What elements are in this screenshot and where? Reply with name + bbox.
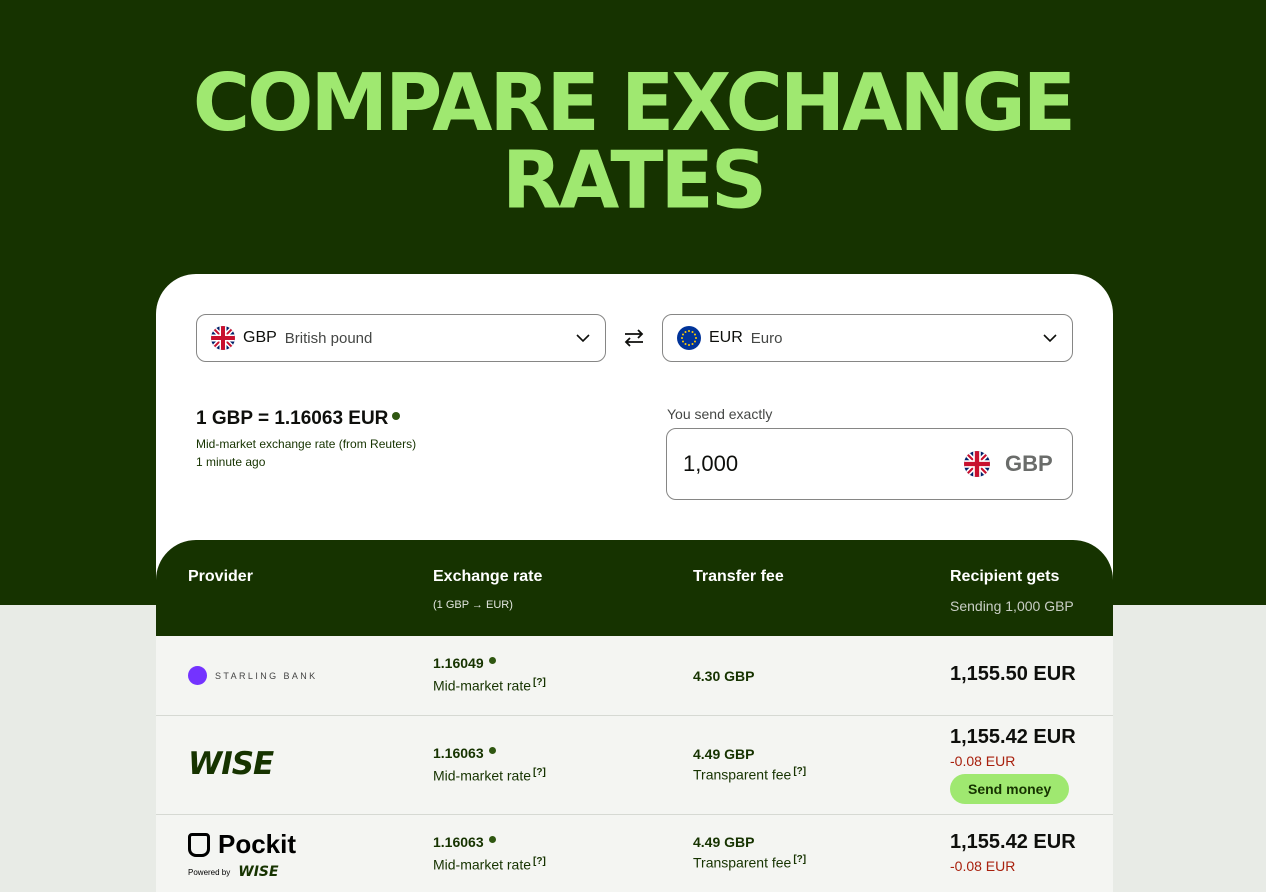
- powered-by-label: Powered by: [188, 867, 231, 877]
- rate-value: 1.16063: [433, 745, 484, 761]
- help-link[interactable]: [?]: [533, 767, 546, 778]
- fee-cell: 4.49 GBP Transparent fee [?]: [693, 746, 806, 783]
- rate-cell: 1.16063 Mid-market rate [?]: [433, 834, 546, 873]
- send-amount-label: You send exactly: [667, 406, 773, 422]
- rate-label: Mid-market rate: [433, 677, 532, 694]
- uk-flag-icon: [964, 451, 990, 477]
- fee-value: 4.49 GBP: [693, 834, 755, 850]
- recipient-difference: -0.08 EUR: [950, 753, 1016, 769]
- recipient-cell: 1,155.42 EUR -0.08 EUR: [950, 831, 1076, 874]
- fee-value: 4.49 GBP: [693, 746, 755, 762]
- source-currency-select[interactable]: GBP British pound: [196, 314, 606, 362]
- fee-value: 4.30 GBP: [693, 668, 755, 684]
- rate-value: 1.16063: [433, 834, 484, 850]
- help-link[interactable]: [?]: [533, 677, 546, 688]
- recipient-amount: 1,155.42 EUR: [950, 726, 1076, 748]
- uk-flag-icon: [211, 326, 235, 350]
- rate-value: 1.16049: [433, 655, 484, 671]
- rate-label: Mid-market rate: [433, 856, 532, 873]
- target-currency-select[interactable]: EUR Euro: [662, 314, 1073, 362]
- chevron-down-icon: [575, 330, 591, 346]
- recipient-amount: 1,155.42 EUR: [950, 831, 1076, 853]
- target-currency-name: Euro: [750, 329, 783, 347]
- page-title: COMPARE EXCHANGE RATES: [0, 57, 1266, 227]
- provider-name: Pockit: [218, 829, 297, 859]
- header-provider: Provider: [188, 568, 253, 585]
- rate-updated: 1 minute ago: [196, 455, 266, 469]
- header-transfer-fee: Transfer fee: [693, 568, 784, 585]
- title-line-2: RATES: [501, 134, 767, 227]
- rate-cell: 1.16063 Mid-market rate [?]: [433, 745, 546, 784]
- chevron-down-icon: [1042, 330, 1058, 346]
- status-dot-icon: [488, 657, 496, 664]
- recipient-amount: 1,155.50 EUR: [950, 663, 1076, 685]
- provider-name: STARLING BANK: [215, 670, 318, 681]
- send-currency-code: GBP: [1005, 451, 1053, 476]
- fee-label: Transparent fee: [693, 854, 792, 871]
- mid-market-rate: 1 GBP = 1.16063 EUR: [196, 408, 401, 430]
- provider-logo-wise: WISE: [188, 746, 274, 782]
- status-dot-icon: [488, 836, 496, 843]
- rate-cell: 1.16049 Mid-market rate [?]: [433, 655, 546, 694]
- target-currency-code: EUR: [709, 329, 743, 346]
- rate-label: Mid-market rate: [433, 767, 532, 784]
- provider-name: WISE: [188, 746, 274, 782]
- swap-icon[interactable]: [622, 326, 646, 350]
- source-currency-code: GBP: [243, 329, 277, 346]
- recipient-cell: 1,155.42 EUR -0.08 EUR Send money: [950, 726, 1076, 804]
- status-dot-icon: [488, 747, 496, 754]
- table-row: Pockit Powered by WISE 1.16063 Mid-market…: [156, 815, 1113, 892]
- help-link[interactable]: [?]: [533, 856, 546, 867]
- comparison-table-header: Provider Exchange rate (1 GBP → EUR) Tra…: [156, 540, 1113, 636]
- fee-cell: 4.30 GBP: [693, 668, 754, 684]
- source-currency-name: British pound: [284, 329, 373, 347]
- starling-logo-icon: [188, 666, 207, 685]
- send-amount-input[interactable]: 1,000: [683, 451, 738, 477]
- send-amount-field[interactable]: 1,000 GBP: [666, 428, 1073, 500]
- help-link[interactable]: [?]: [793, 766, 806, 777]
- title-line-1: COMPARE EXCHANGE: [192, 57, 1076, 150]
- rate-details: Mid-market exchange rate (from Reuters) …: [196, 435, 416, 471]
- help-link[interactable]: [?]: [793, 854, 806, 865]
- fee-label: Transparent fee: [693, 766, 792, 783]
- recipient-difference: -0.08 EUR: [950, 858, 1016, 874]
- eu-flag-icon: [677, 326, 701, 350]
- header-exchange-rate-sub: (1 GBP → EUR): [433, 599, 513, 611]
- provider-logo-pockit: Pockit Powered by WISE: [188, 829, 296, 880]
- rate-source: Mid-market exchange rate (from Reuters): [196, 437, 417, 451]
- provider-logo-starling: STARLING BANK: [188, 666, 318, 685]
- header-recipient-sub: Sending 1,000 GBP: [950, 598, 1074, 614]
- header-exchange-rate: Exchange rate: [433, 568, 543, 585]
- fee-cell: 4.49 GBP Transparent fee [?]: [693, 834, 806, 871]
- pockit-logo-icon: [188, 832, 210, 857]
- status-dot-icon: [392, 411, 401, 420]
- header-recipient-gets: Recipient gets: [950, 568, 1060, 585]
- comparison-card: GBP British pound EUR Euro 1 GBP = 1.160…: [156, 274, 1113, 892]
- recipient-cell: 1,155.50 EUR: [950, 663, 1076, 686]
- rate-text: 1 GBP = 1.16063 EUR: [196, 408, 389, 429]
- table-row: WISE 1.16063 Mid-market rate [?] 4.49 GBP…: [156, 716, 1113, 815]
- table-row: STARLING BANK 1.16049 Mid-market rate [?]…: [156, 636, 1113, 716]
- powered-by-brand: WISE: [238, 864, 279, 880]
- send-money-button[interactable]: Send money: [950, 774, 1070, 804]
